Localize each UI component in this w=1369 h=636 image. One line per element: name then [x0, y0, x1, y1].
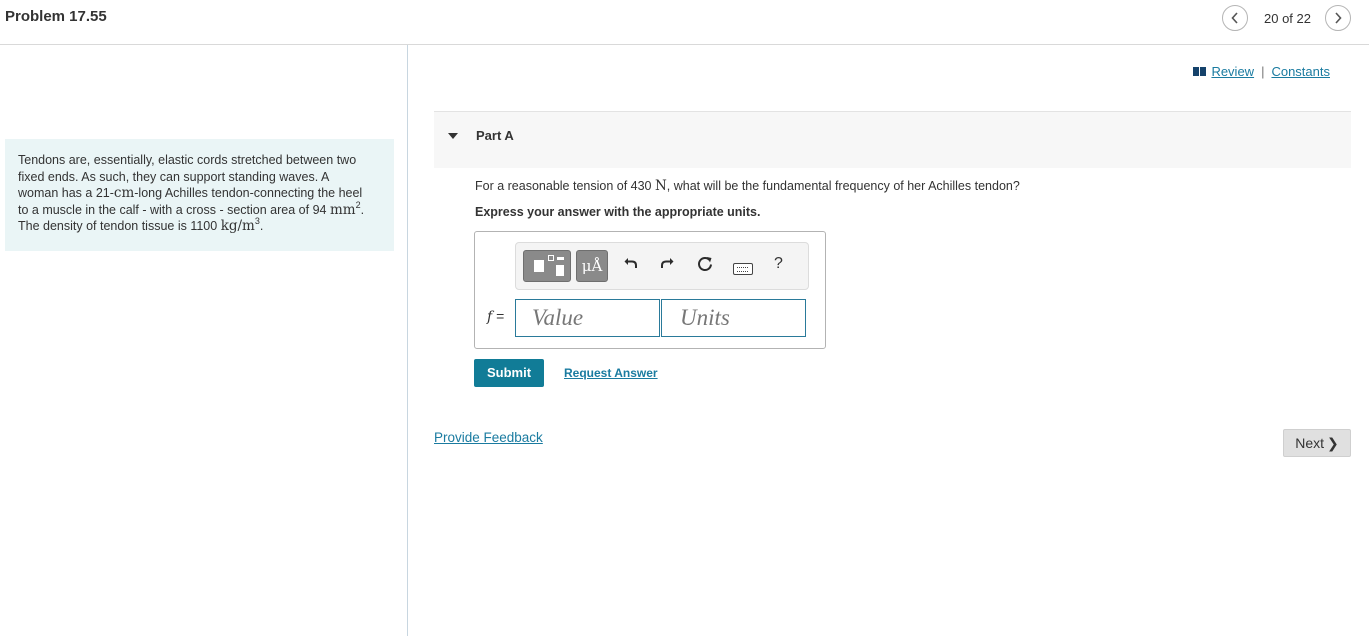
keyboard-icon[interactable] — [733, 263, 753, 275]
templates-button[interactable] — [523, 250, 571, 282]
panel-divider — [407, 45, 408, 636]
request-answer-link[interactable]: Request Answer — [564, 366, 658, 380]
template-icon — [556, 265, 564, 276]
chevron-right-icon — [1335, 12, 1342, 24]
intro-line: The density of tendon tissue is 1100 kg/… — [18, 216, 264, 235]
template-icon — [557, 257, 564, 260]
question-text: For a reasonable tension of 430 N, what … — [475, 178, 1020, 194]
units-input[interactable]: Units — [661, 299, 806, 337]
problem-title: Problem 17.55 — [5, 8, 107, 25]
value-input[interactable]: Value — [515, 299, 660, 337]
intro-line: woman has a 21-cm-long Achilles tendon-c… — [18, 185, 363, 201]
template-icon — [548, 255, 554, 261]
redo-icon[interactable] — [656, 255, 678, 277]
next-button[interactable]: Next ❯ — [1283, 429, 1351, 457]
intro-line: Tendons are, essentially, elastic cords … — [18, 153, 357, 167]
reset-icon[interactable] — [694, 255, 716, 279]
answer-box: μÅ ? f = Value Units — [474, 231, 826, 349]
pager: 20 of 22 — [1222, 5, 1351, 31]
intro-line: to a muscle in the calf - with a cross -… — [18, 199, 365, 218]
problem-intro: Tendons are, essentially, elastic cords … — [5, 139, 394, 251]
math-toolbar: μÅ ? — [515, 242, 809, 290]
resource-links: Review | Constants — [1193, 64, 1330, 79]
chevron-left-icon — [1231, 12, 1238, 24]
units-button[interactable]: μÅ — [576, 250, 608, 282]
answer-instruction: Express your answer with the appropriate… — [475, 205, 761, 219]
submit-button[interactable]: Submit — [474, 359, 544, 387]
template-icon — [534, 260, 544, 272]
link-separator: | — [1261, 64, 1265, 79]
chevron-right-icon: ❯ — [1327, 435, 1339, 451]
provide-feedback-link[interactable]: Provide Feedback — [434, 430, 543, 445]
help-button[interactable]: ? — [774, 255, 783, 273]
book-icon — [1193, 67, 1207, 76]
part-label: Part A — [476, 128, 514, 143]
next-problem-button[interactable] — [1325, 5, 1351, 31]
top-bar: Problem 17.55 20 of 22 — [0, 0, 1369, 45]
variable-label: f = — [487, 308, 505, 325]
constants-link[interactable]: Constants — [1271, 64, 1330, 79]
undo-icon[interactable] — [620, 255, 642, 277]
prev-problem-button[interactable] — [1222, 5, 1248, 31]
review-link[interactable]: Review — [1211, 64, 1254, 79]
pager-text: 20 of 22 — [1264, 10, 1311, 26]
next-label: Next — [1295, 435, 1325, 451]
caret-down-icon — [448, 133, 458, 139]
intro-line: fixed ends. As such, they can support st… — [18, 169, 330, 184]
part-a-header[interactable]: Part A — [434, 111, 1351, 168]
